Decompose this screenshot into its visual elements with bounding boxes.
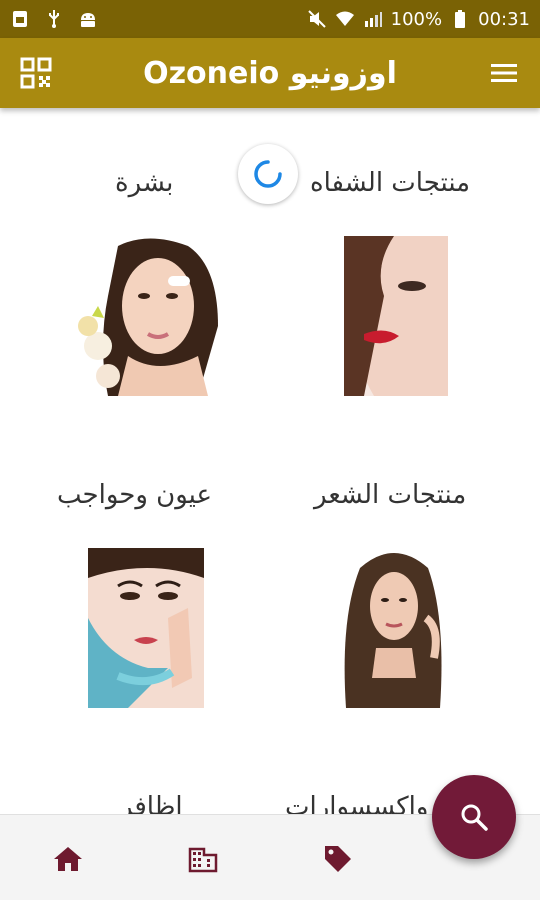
category-label-lips[interactable]: منتجات الشفاه bbox=[310, 168, 470, 198]
battery-percentage: 100% bbox=[390, 8, 443, 30]
building-icon[interactable] bbox=[187, 843, 219, 875]
search-icon bbox=[461, 804, 488, 831]
menu-icon[interactable] bbox=[488, 57, 520, 89]
loading-spinner-icon bbox=[254, 160, 282, 188]
clock: 00:31 bbox=[478, 8, 530, 30]
category-image-hair[interactable] bbox=[330, 548, 458, 708]
sim-icon bbox=[13, 11, 27, 27]
battery-icon bbox=[455, 10, 466, 28]
category-label-hair[interactable]: منتجات الشعر bbox=[314, 480, 466, 510]
android-icon bbox=[81, 13, 95, 27]
home-icon[interactable] bbox=[52, 843, 84, 875]
mute-icon bbox=[307, 10, 326, 28]
loading-spinner bbox=[238, 144, 298, 204]
category-image-skin[interactable] bbox=[68, 236, 228, 396]
signal-icon bbox=[364, 12, 382, 27]
category-label-nails[interactable]: اظافر bbox=[120, 792, 183, 814]
search-fab-button[interactable] bbox=[432, 775, 516, 859]
category-label-accessories[interactable]: واكسسوارات bbox=[285, 792, 428, 814]
app-bar: Ozoneio اوزونيو bbox=[0, 38, 540, 108]
qr-code-icon[interactable] bbox=[20, 57, 52, 89]
app-title: Ozoneio اوزونيو bbox=[143, 55, 397, 91]
status-notifications bbox=[10, 9, 98, 29]
category-label-skin[interactable]: بشرة bbox=[115, 168, 173, 198]
category-image-lips[interactable] bbox=[344, 236, 448, 396]
status-bar: 100% 00:31 bbox=[0, 0, 540, 38]
category-grid: منتجات الشفاه بشرة منتجات الشعر عيون وحو… bbox=[0, 108, 540, 814]
wifi-icon bbox=[335, 11, 354, 26]
category-image-eyes-brows[interactable] bbox=[88, 548, 204, 708]
tag-icon[interactable] bbox=[322, 843, 354, 875]
category-label-eyes-brows[interactable]: عيون وحواجب bbox=[57, 480, 212, 510]
usb-icon bbox=[49, 10, 59, 28]
status-system: 100% 00:31 bbox=[307, 9, 530, 30]
